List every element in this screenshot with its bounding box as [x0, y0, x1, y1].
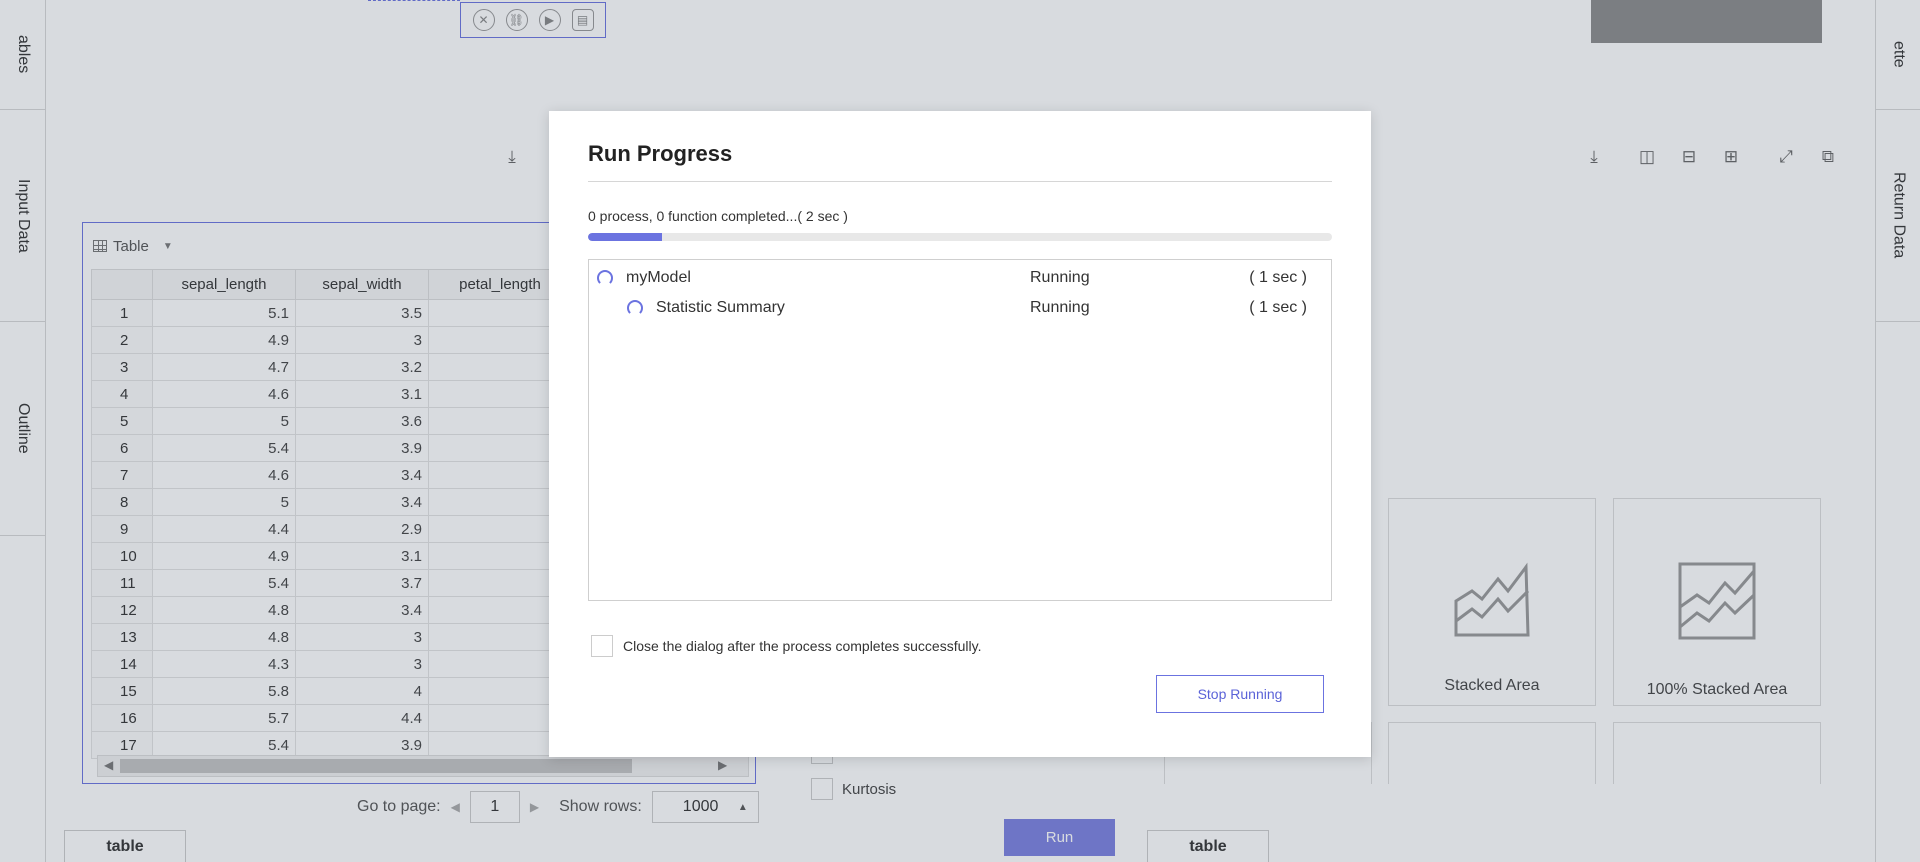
process-name: Statistic Summary — [656, 299, 785, 316]
process-duration: ( 1 sec ) — [1249, 269, 1307, 286]
loading-spinner-icon — [627, 300, 643, 316]
close-after-checkbox[interactable] — [591, 635, 613, 657]
progress-bar — [588, 233, 1332, 241]
process-duration: ( 1 sec ) — [1249, 299, 1307, 316]
close-after-label: Close the dialog after the process compl… — [623, 638, 982, 654]
process-row: Statistic Summary Running ( 1 sec ) — [589, 292, 1331, 322]
run-progress-dialog: Run Progress 0 process, 0 function compl… — [549, 111, 1371, 757]
process-state: Running — [1030, 299, 1090, 316]
progress-bar-fill — [588, 233, 663, 241]
stop-running-button[interactable]: Stop Running — [1156, 675, 1324, 713]
dialog-title: Run Progress — [588, 141, 733, 166]
process-list: myModel Running( 1 sec ) Statistic Summary… — [588, 259, 1332, 601]
process-name: myModel — [626, 269, 691, 286]
process-row: myModel Running ( 1 sec ) — [589, 262, 1331, 292]
process-state: Running — [1030, 269, 1090, 286]
dialog-divider — [588, 181, 1332, 182]
progress-status-text: 0 process, 0 function completed...( 2 se… — [588, 208, 848, 224]
loading-spinner-icon — [597, 270, 613, 286]
